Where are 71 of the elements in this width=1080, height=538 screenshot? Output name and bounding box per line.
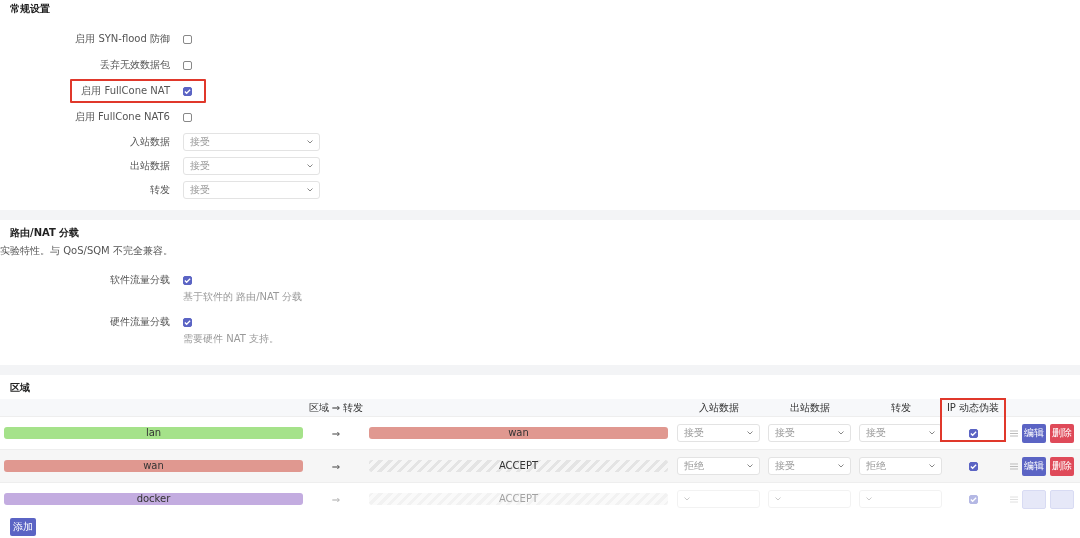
delete-button[interactable] bbox=[1050, 489, 1074, 509]
delete-button[interactable]: 删除 bbox=[1050, 456, 1074, 476]
field-label: 启用 FullCone NAT bbox=[80, 84, 170, 98]
checkbox[interactable] bbox=[183, 60, 192, 70]
column-header: 区域 ⇒ 转发 bbox=[307, 400, 365, 415]
column-header: 出站数据 bbox=[788, 400, 831, 415]
policy-badge: ACCEPT bbox=[369, 493, 668, 505]
checkbox[interactable] bbox=[183, 317, 192, 327]
zone-badge: docker bbox=[4, 493, 303, 505]
select-field[interactable]: 接受 bbox=[677, 424, 760, 442]
chevron-down-icon bbox=[775, 497, 781, 501]
add-button[interactable]: 添加 bbox=[10, 518, 36, 536]
field-label: 转发 bbox=[149, 183, 170, 197]
chevron-down-icon bbox=[307, 140, 313, 144]
edit-button[interactable]: 编辑 bbox=[1022, 423, 1046, 443]
chevron-down-icon bbox=[929, 431, 935, 435]
drag-handle-icon[interactable] bbox=[1010, 429, 1018, 437]
checkbox[interactable] bbox=[183, 34, 192, 44]
arrow-symbol: ⇒ bbox=[330, 460, 342, 472]
delete-button[interactable]: 删除 bbox=[1050, 423, 1074, 443]
checkbox[interactable] bbox=[183, 275, 192, 285]
arrow-symbol: ⇒ bbox=[330, 493, 342, 505]
drag-handle-icon[interactable] bbox=[1010, 462, 1018, 470]
chevron-down-icon bbox=[866, 497, 872, 501]
chevron-down-icon bbox=[747, 431, 753, 435]
field-label: 入站数据 bbox=[129, 135, 170, 149]
select-field[interactable]: 接受 bbox=[768, 424, 851, 442]
chevron-down-icon bbox=[307, 164, 313, 168]
chevron-down-icon bbox=[838, 464, 844, 468]
select-field[interactable] bbox=[768, 490, 851, 508]
section-title: 路由/NAT 分载 bbox=[9, 226, 81, 240]
select-field[interactable] bbox=[859, 490, 942, 508]
chevron-down-icon bbox=[307, 188, 313, 192]
field-label: 硬件流量分载 bbox=[109, 315, 170, 329]
column-header: IP 动态伪装 bbox=[945, 400, 1001, 415]
checkbox[interactable] bbox=[183, 86, 192, 96]
zone-badge: wan bbox=[4, 460, 303, 472]
field-label: 出站数据 bbox=[129, 159, 170, 173]
chevron-down-icon bbox=[929, 464, 935, 468]
policy-badge: ACCEPT bbox=[369, 460, 668, 472]
select-field[interactable]: 接受 bbox=[183, 181, 320, 199]
column-header: 入站数据 bbox=[697, 400, 740, 415]
checkbox[interactable] bbox=[183, 112, 192, 122]
section-title: 区域 bbox=[9, 381, 31, 395]
field-label: 启用 SYN-flood 防御 bbox=[74, 32, 170, 46]
edit-button[interactable] bbox=[1022, 489, 1046, 509]
checkbox[interactable] bbox=[968, 428, 978, 438]
checkbox[interactable] bbox=[968, 461, 978, 471]
drag-handle-icon[interactable] bbox=[1010, 495, 1018, 503]
field-description: 需要硬件 NAT 支持。 bbox=[183, 332, 280, 346]
zone-badge: wan bbox=[369, 427, 668, 439]
section-title: 常规设置 bbox=[9, 2, 51, 16]
arrow-symbol: ⇒ bbox=[330, 427, 342, 439]
select-field[interactable]: 接受 bbox=[859, 424, 942, 442]
field-label: 软件流量分载 bbox=[109, 273, 170, 287]
zone-badge: lan bbox=[4, 427, 303, 439]
section-note: 实验特性。与 QoS/SQM 不完全兼容。 bbox=[0, 244, 174, 258]
select-field[interactable]: 接受 bbox=[183, 133, 320, 151]
select-field[interactable]: 拒绝 bbox=[859, 457, 942, 475]
select-field[interactable]: 接受 bbox=[768, 457, 851, 475]
select-field[interactable]: 接受 bbox=[183, 157, 320, 175]
column-header: 转发 bbox=[889, 400, 912, 415]
field-label: 启用 FullCone NAT6 bbox=[73, 110, 170, 124]
field-label: 丢弃无效数据包 bbox=[99, 58, 170, 72]
chevron-down-icon bbox=[838, 431, 844, 435]
select-field[interactable] bbox=[677, 490, 760, 508]
chevron-down-icon bbox=[684, 497, 690, 501]
field-description: 基于软件的 路由/NAT 分载 bbox=[183, 290, 304, 304]
select-field[interactable]: 拒绝 bbox=[677, 457, 760, 475]
chevron-down-icon bbox=[747, 464, 753, 468]
edit-button[interactable]: 编辑 bbox=[1022, 456, 1046, 476]
